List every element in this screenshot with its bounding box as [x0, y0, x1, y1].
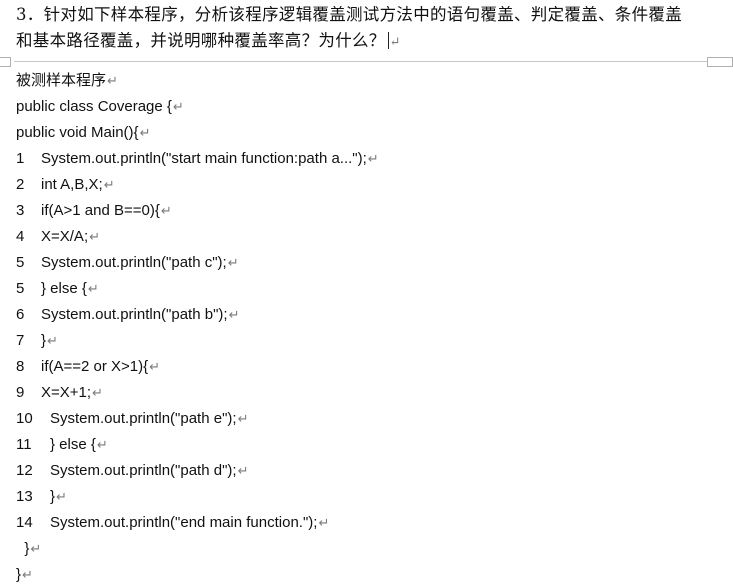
code-line: 5 System.out.println("path c");↵ [16, 250, 716, 276]
page-boundary-line [14, 61, 707, 62]
code-text: if(A>1 and B==0){ [41, 202, 160, 219]
code-close-brace-2: }↵ [16, 562, 716, 588]
code-line: 13}↵ [16, 484, 716, 510]
paragraph-mark-icon: ↵ [237, 463, 249, 478]
paragraph-mark-icon: ↵ [87, 281, 99, 296]
line-number: 5 [16, 280, 25, 297]
code-text: System.out.println("path b"); [41, 306, 228, 323]
question-line-2[interactable]: 和基本路径覆盖，并说明哪种覆盖率高？为什么？ ↵ [16, 28, 716, 56]
code-line: 2 int A,B,X;↵ [16, 172, 716, 198]
paragraph-mark-icon: ↵ [30, 541, 42, 556]
close-brace-2-text: } [16, 566, 22, 583]
code-heading: 被测样本程序↵ [16, 68, 716, 94]
line-number: 9 [16, 384, 25, 401]
code-line: 4 X=X/A;↵ [16, 224, 716, 250]
paragraph-mark-icon: ↵ [22, 567, 33, 582]
paragraph-mark-icon: ↵ [103, 177, 115, 192]
line-number: 11 [16, 436, 32, 453]
line-number: 3 [16, 202, 25, 219]
line-number: 14 [16, 514, 33, 531]
code-text: } else { [41, 280, 87, 297]
code-text: System.out.println("path e"); [50, 410, 237, 427]
line-number: 2 [16, 176, 25, 193]
line-number: 5 [16, 254, 25, 271]
paragraph-mark-icon: ↵ [367, 151, 379, 166]
paragraph-mark-icon: ↵ [318, 515, 330, 530]
line-number: 7 [16, 332, 25, 349]
code-line: 1 System.out.println("start main function… [16, 146, 716, 172]
code-line: 10 System.out.println("path e");↵ [16, 406, 716, 432]
code-line: 11 } else {↵ [16, 432, 716, 458]
code-close-brace-1: }↵ [16, 536, 716, 562]
paragraph-mark-icon: ↵ [56, 489, 67, 504]
code-text: X=X+1; [41, 384, 92, 401]
question-line-2-text: 和基本路径覆盖，并说明哪种覆盖率高？为什么？ [16, 31, 386, 50]
code-method-line: public void Main(){↵ [16, 120, 716, 146]
code-line: 3 if(A>1 and B==0){↵ [16, 198, 716, 224]
close-brace-1-text: } [24, 540, 30, 557]
question-line-1: 3．针对如下样本程序，分析该程序逻辑覆盖测试方法中的语句覆盖、判定覆盖、条件覆盖 [16, 2, 716, 28]
paragraph-mark-icon: ↵ [96, 437, 108, 452]
paragraph-mark-icon: ↵ [92, 385, 103, 400]
question-text: 3．针对如下样本程序，分析该程序逻辑覆盖测试方法中的语句覆盖、判定覆盖、条件覆盖… [16, 2, 716, 56]
page-corner-right-icon [707, 57, 733, 67]
paragraph-mark-icon: ↵ [149, 359, 161, 374]
paragraph-mark-icon: ↵ [172, 99, 184, 114]
code-listing: 被测样本程序↵ public class Coverage {↵ public … [16, 68, 716, 588]
code-line: 9 X=X+1;↵ [16, 380, 716, 406]
code-line: 14 System.out.println("end main function.… [16, 510, 716, 536]
code-text: int A,B,X; [41, 176, 103, 193]
paragraph-mark-icon: ↵ [107, 73, 118, 88]
code-line: 12 System.out.println("path d");↵ [16, 458, 716, 484]
code-line: 6 System.out.println("path b");↵ [16, 302, 716, 328]
code-text: System.out.println("start main function:… [41, 150, 367, 167]
line-number: 10 [16, 410, 33, 427]
question-line-1-text: 3．针对如下样本程序，分析该程序逻辑覆盖测试方法中的语句覆盖、判定覆盖、条件覆盖 [16, 5, 682, 24]
code-class-text: public class Coverage { [16, 98, 172, 115]
line-number: 4 [16, 228, 25, 245]
numbered-code-lines: 1 System.out.println("start main function… [16, 146, 716, 536]
paragraph-mark-icon: ↵ [228, 307, 240, 322]
code-class-line: public class Coverage {↵ [16, 94, 716, 120]
code-text: System.out.println("path c"); [41, 254, 227, 271]
page-boundary [0, 57, 733, 67]
line-number: 8 [16, 358, 25, 375]
line-number: 13 [16, 488, 33, 505]
code-text: } else { [50, 436, 96, 453]
text-cursor [387, 32, 389, 49]
code-heading-text: 被测样本程序 [16, 72, 107, 89]
code-line: 5 } else {↵ [16, 276, 716, 302]
paragraph-mark-icon: ↵ [47, 333, 58, 348]
paragraph-mark-icon: ↵ [89, 229, 101, 244]
paragraph-mark-icon: ↵ [389, 35, 401, 50]
code-text: System.out.println("path d"); [50, 462, 237, 479]
code-text: } [41, 332, 47, 349]
paragraph-mark-icon: ↵ [227, 255, 239, 270]
line-number: 1 [16, 150, 25, 167]
page-corner-left-icon [0, 57, 11, 67]
code-text: X=X/A; [41, 228, 89, 245]
code-text: System.out.println("end main function.")… [50, 514, 318, 531]
code-line: 8 if(A==2 or X>1){↵ [16, 354, 716, 380]
line-number: 12 [16, 462, 33, 479]
paragraph-mark-icon: ↵ [139, 125, 151, 140]
paragraph-mark-icon: ↵ [160, 203, 172, 218]
code-line: 7}↵ [16, 328, 716, 354]
code-text: } [50, 488, 56, 505]
code-method-text: public void Main(){ [16, 124, 139, 141]
code-text: if(A==2 or X>1){ [41, 358, 149, 375]
paragraph-mark-icon: ↵ [237, 411, 249, 426]
line-number: 6 [16, 306, 25, 323]
